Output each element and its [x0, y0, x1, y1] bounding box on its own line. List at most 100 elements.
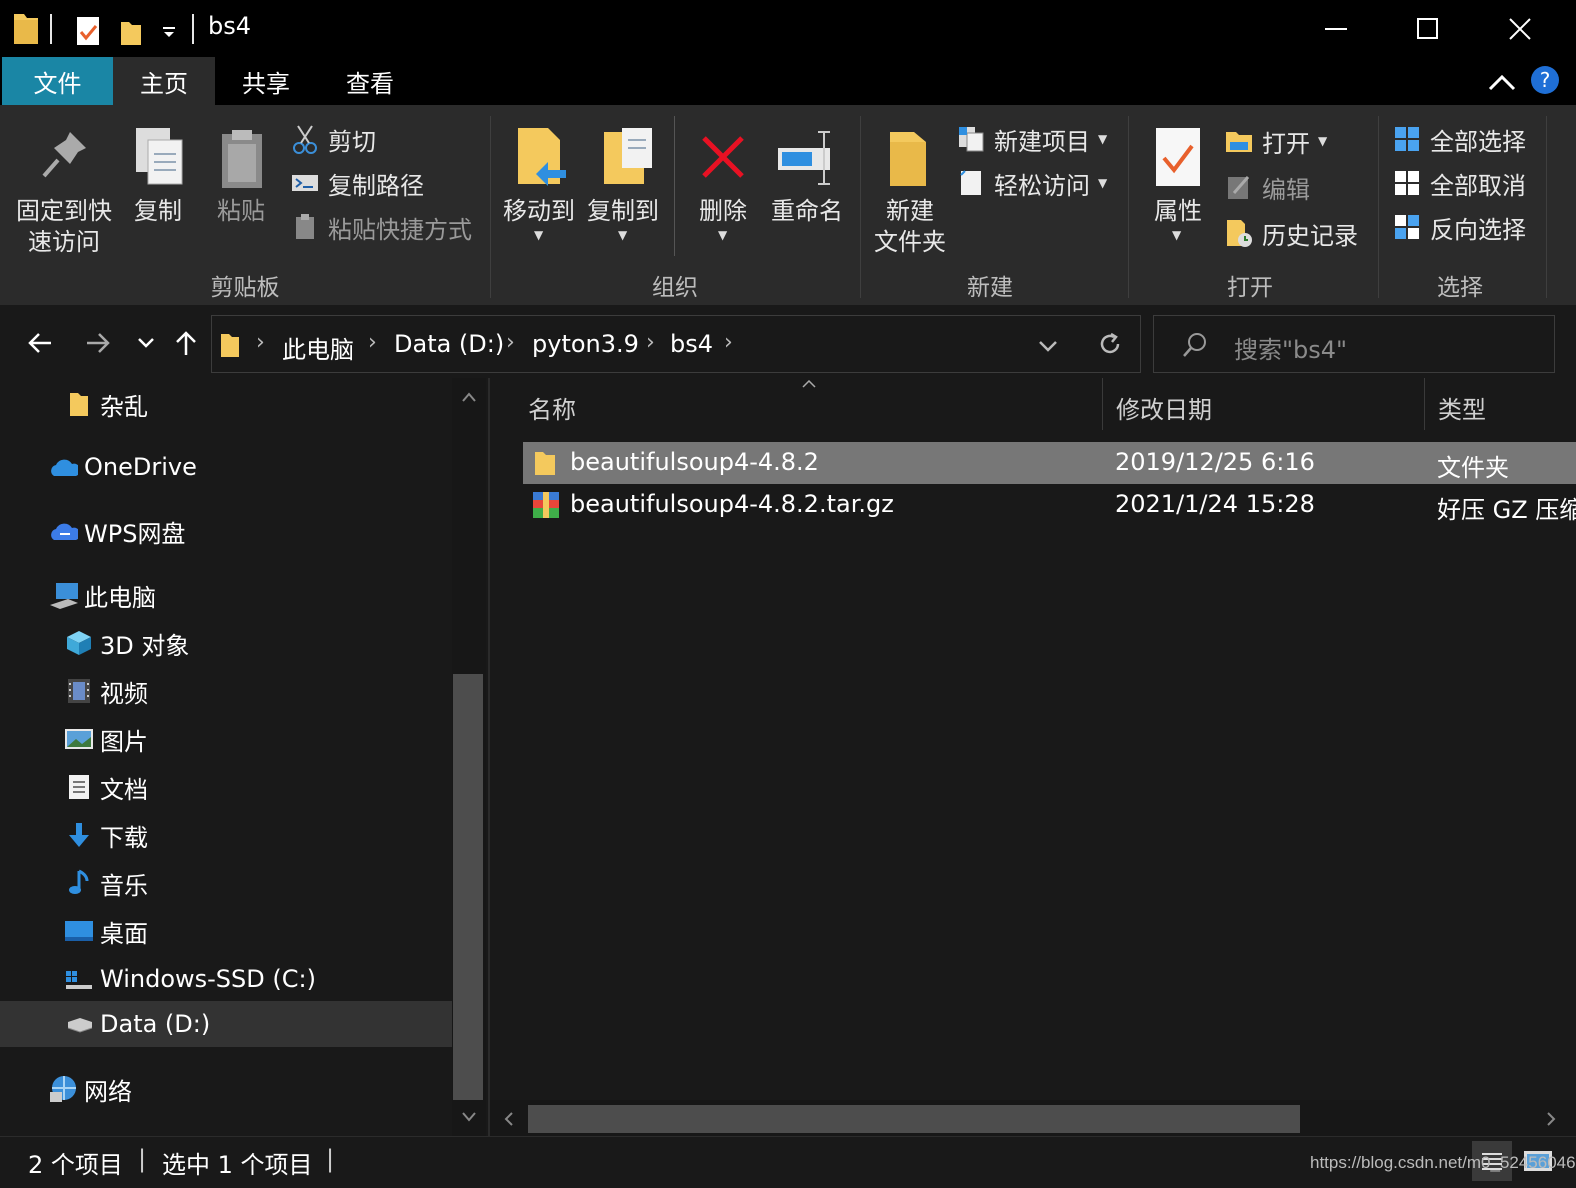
nav-item-pictures[interactable]: 图片 [0, 716, 452, 762]
chevron-down-icon: ▼ [1098, 176, 1108, 190]
onedrive-icon [48, 452, 78, 482]
easy-access-label: 轻松访问 [994, 171, 1090, 200]
table-row[interactable]: beautifulsoup4-4.8.2.tar.gz 2021/1/24 15… [523, 484, 1576, 526]
recent-locations-button[interactable] [126, 325, 166, 361]
nav-item-misc[interactable]: 杂乱 [0, 381, 452, 427]
nav-item-label: 文档 [100, 775, 148, 804]
properties-button[interactable]: 属性 ▼ [1140, 116, 1216, 266]
search-box[interactable]: 搜索"bs4" [1153, 315, 1555, 373]
up-button[interactable] [166, 325, 206, 361]
copy-to-button[interactable]: 复制到 ▼ [584, 116, 662, 266]
move-to-button[interactable]: 移动到 ▼ [500, 116, 578, 266]
video-icon [64, 676, 94, 706]
move-to-label: 移动到 [503, 197, 575, 225]
chevron-down-icon: ▼ [618, 228, 628, 242]
new-folder-quick-icon[interactable] [120, 18, 142, 46]
nav-item-data-d[interactable]: Data (D:) [0, 1001, 452, 1047]
column-separator[interactable] [1102, 378, 1103, 430]
nav-item-videos[interactable]: 视频 [0, 668, 452, 714]
rename-label: 重命名 [771, 197, 843, 225]
horizontal-scrollbar[interactable] [490, 1100, 1576, 1136]
scroll-down-icon[interactable] [461, 1112, 477, 1122]
breadcrumb-pyton[interactable]: pyton3.9 [532, 330, 639, 358]
tab-file[interactable]: 文件 [2, 57, 113, 105]
back-button[interactable] [20, 325, 60, 361]
file-list: 名称 修改日期 类型 beautifulsoup4-4.8.2 2019/12/… [488, 378, 1576, 1136]
nav-item-wps[interactable]: WPS网盘 [0, 508, 452, 554]
column-header-name[interactable]: 名称 [528, 390, 576, 425]
copy-button[interactable]: 复制 [126, 116, 190, 266]
nav-item-downloads[interactable]: 下载 [0, 812, 452, 858]
breadcrumb-separator-icon: › [256, 330, 265, 355]
new-item-button[interactable]: 新建项目 ▼ [956, 120, 1126, 158]
forward-button[interactable] [78, 325, 118, 361]
open-button[interactable]: 打开 ▼ [1224, 122, 1384, 160]
delete-button[interactable]: 删除 ▼ [690, 116, 756, 266]
paste-button[interactable]: 粘贴 [208, 116, 274, 266]
rename-button[interactable]: 重命名 [766, 116, 848, 266]
pin-quick-access-button[interactable]: 固定到快 速访问 [6, 116, 122, 266]
properties-icon [1156, 128, 1200, 186]
tab-view[interactable]: 查看 [319, 57, 421, 105]
table-row[interactable]: beautifulsoup4-4.8.2 2019/12/25 6:16 文件夹 [523, 442, 1576, 484]
nav-item-onedrive[interactable]: OneDrive [0, 444, 452, 490]
minimize-button[interactable] [1290, 0, 1382, 57]
select-group-label: 选择 [1437, 275, 1483, 301]
cut-button[interactable]: 剪切 [290, 120, 490, 158]
maximize-button[interactable] [1382, 0, 1474, 57]
copy-path-button[interactable]: 复制路径 [290, 164, 490, 202]
tab-share[interactable]: 共享 [215, 57, 317, 105]
nav-scrollbar-thumb[interactable] [453, 674, 483, 1100]
paste-shortcut-button[interactable]: 粘贴快捷方式 [290, 208, 490, 246]
horizontal-scrollbar-thumb[interactable] [528, 1105, 1300, 1133]
tab-home[interactable]: 主页 [113, 57, 215, 105]
select-none-button[interactable]: 全部取消 [1392, 164, 1552, 202]
nav-item-network[interactable]: 网络 [0, 1066, 452, 1112]
address-bar[interactable]: › 此电脑 › Data (D:) › pyton3.9 › bs4 › [211, 315, 1141, 373]
search-placeholder: 搜索"bs4" [1234, 336, 1348, 364]
new-folder-button[interactable]: 新建 文件夹 [868, 116, 952, 266]
chevron-down-icon: ▼ [1098, 132, 1108, 146]
help-icon[interactable]: ? [1530, 65, 1560, 95]
scroll-right-icon[interactable] [1546, 1111, 1556, 1127]
chevron-down-icon: ▼ [534, 228, 544, 242]
collapse-ribbon-icon[interactable] [1488, 73, 1516, 91]
history-button[interactable]: 历史记录 [1224, 214, 1384, 252]
customize-dropdown-icon[interactable] [162, 26, 176, 38]
nav-item-desktop[interactable]: 桌面 [0, 908, 452, 954]
nav-item-music[interactable]: 音乐 [0, 860, 452, 906]
column-header-type[interactable]: 类型 [1438, 390, 1486, 425]
column-separator[interactable] [1424, 378, 1425, 430]
copy-label: 复制 [134, 197, 182, 225]
maximize-icon [1417, 17, 1438, 39]
open-group-label: 打开 [1227, 275, 1273, 301]
window-title: bs4 [208, 12, 252, 40]
address-dropdown-icon[interactable] [1038, 340, 1058, 352]
title-separator [192, 14, 194, 44]
column-header-date[interactable]: 修改日期 [1116, 390, 1212, 425]
properties-quick-icon[interactable] [76, 16, 102, 46]
archive-icon [533, 492, 559, 518]
open-label: 打开 [1262, 129, 1310, 158]
scroll-up-icon[interactable] [461, 392, 477, 402]
easy-access-button[interactable]: 轻松访问 ▼ [956, 164, 1126, 202]
nav-item-label: 网络 [84, 1077, 132, 1106]
select-all-button[interactable]: 全部选择 [1392, 120, 1552, 158]
scroll-left-icon[interactable] [504, 1111, 514, 1127]
delete-label: 删除 [699, 197, 747, 225]
watermark-text: https://blog.csdn.net/m0_52456046 [1310, 1153, 1576, 1172]
nav-item-this-pc[interactable]: 此电脑 [0, 572, 452, 618]
breadcrumb-this-pc[interactable]: 此电脑 [282, 330, 354, 365]
refresh-icon[interactable] [1098, 332, 1122, 356]
nav-item-3d-objects[interactable]: 3D 对象 [0, 620, 452, 666]
breadcrumb-bs4[interactable]: bs4 [670, 330, 713, 358]
breadcrumb-separator-icon: › [368, 330, 377, 355]
close-button[interactable] [1474, 0, 1566, 57]
invert-selection-icon [1392, 212, 1422, 242]
breadcrumb-data-d[interactable]: Data (D:) [394, 330, 504, 358]
nav-item-documents[interactable]: 文档 [0, 764, 452, 810]
invert-selection-button[interactable]: 反向选择 [1392, 208, 1552, 246]
edit-button[interactable]: 编辑 [1224, 168, 1384, 206]
nav-item-windows-ssd[interactable]: Windows-SSD (C:) [0, 956, 452, 1002]
chevron-down-icon: ▼ [1172, 228, 1182, 242]
